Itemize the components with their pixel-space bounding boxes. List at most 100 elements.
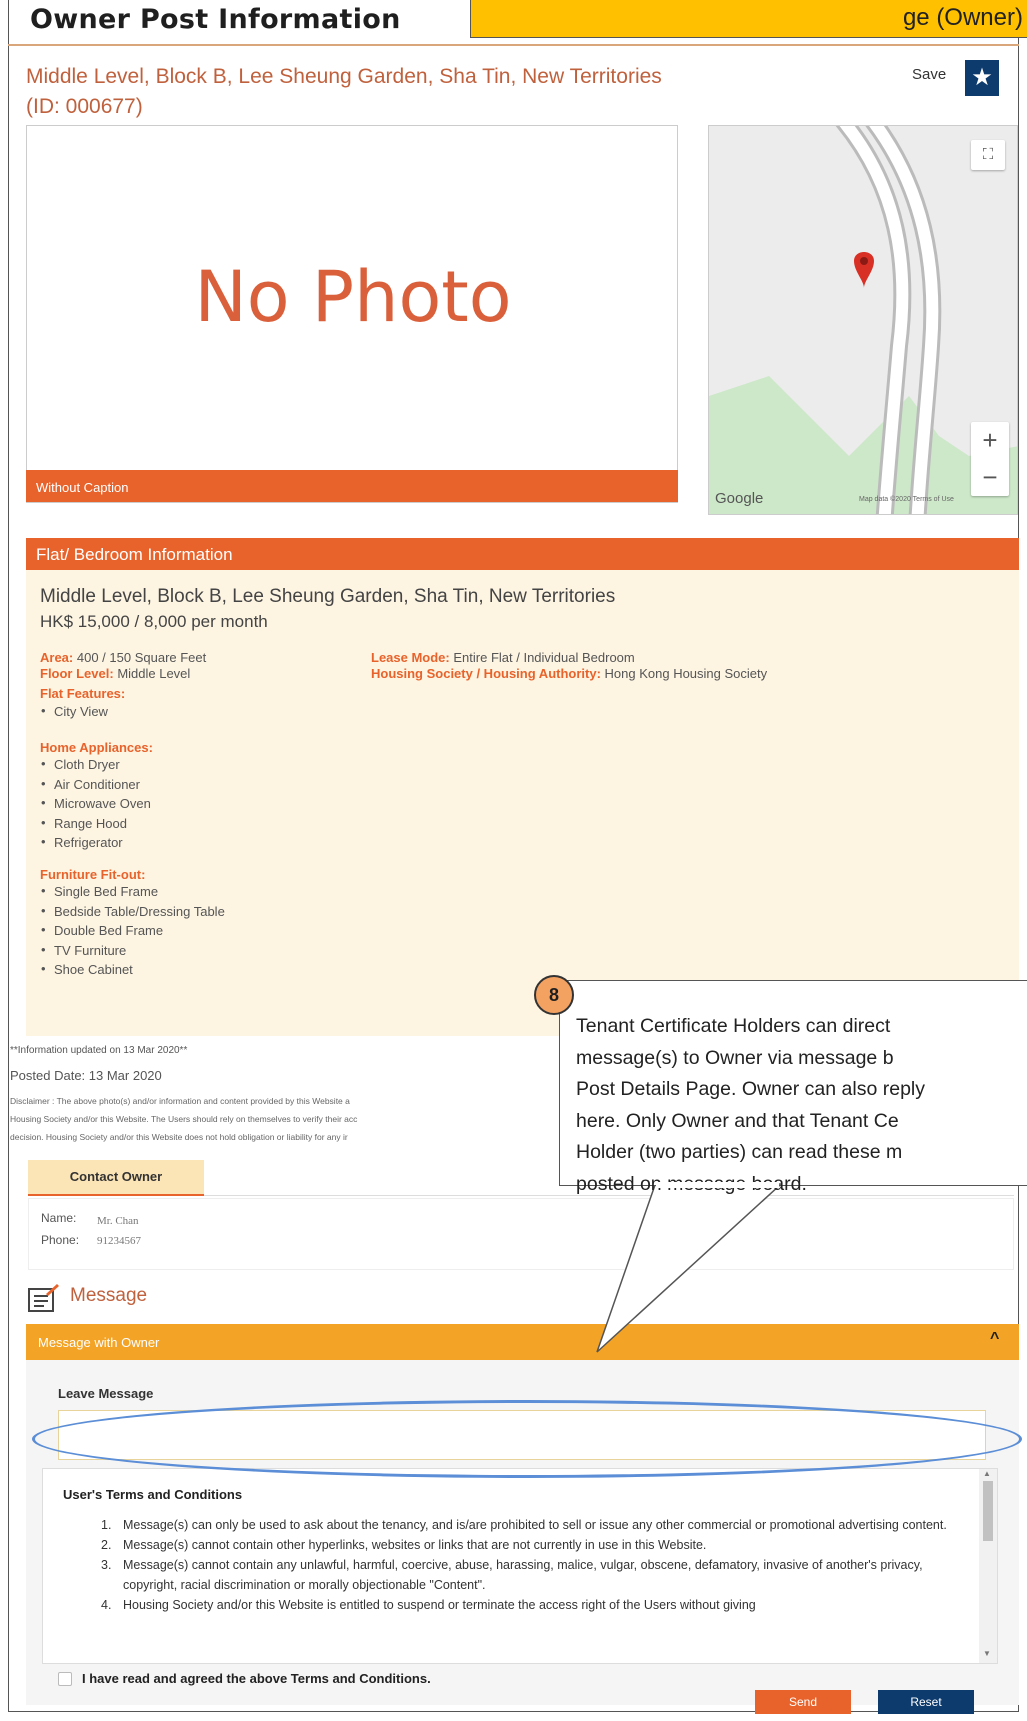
tab-contact-owner[interactable]: Contact Owner (28, 1160, 204, 1196)
callout-note: Tenant Certificate Holders can direct me… (559, 980, 1027, 1195)
disclaimer-line: decision. Housing Society and/or this We… (10, 1132, 348, 1142)
terms-list: 1. Message(s) can only be used to ask abo… (101, 1515, 971, 1615)
reset-button[interactable]: Reset (878, 1690, 974, 1714)
housing-value: Hong Kong Housing Society (604, 666, 768, 681)
list-item: Air Conditioner (40, 776, 151, 797)
terms-item-text: Message(s) can only be used to ask about… (123, 1518, 947, 1532)
terms-item: 3. Message(s) cannot contain any unlawful… (101, 1555, 971, 1595)
terms-item-number: 1. (101, 1518, 112, 1532)
list-item: Microwave Oven (40, 795, 151, 816)
list-item: Cloth Dryer (40, 756, 151, 777)
contact-phone-value: 91234567 (97, 1235, 141, 1247)
terms-panel[interactable]: User's Terms and Conditions 1. Message(s)… (42, 1468, 998, 1664)
list-item: Range Hood (40, 815, 151, 836)
area-value: 400 / 150 Square Feet (76, 650, 207, 665)
floor-row: Floor Level: Middle Level (40, 666, 190, 681)
contact-name-label: Name: (41, 1211, 77, 1225)
list-item: Bedside Table/Dressing Table (40, 903, 225, 924)
banner-text: ge (Owner) (902, 4, 1023, 31)
scroll-down-icon[interactable]: ▼ (983, 1649, 991, 1658)
disclaimer: Disclaimer : The above photo(s) and/or i… (10, 1092, 510, 1146)
terms-item-number: 3. (101, 1558, 112, 1572)
highlight-oval (32, 1400, 1022, 1478)
zoom-out-button[interactable]: − (971, 459, 1009, 496)
list-item: Refrigerator (40, 834, 151, 855)
save-star-icon[interactable]: ★ (965, 60, 999, 96)
terms-item-text: Message(s) cannot contain any unlawful, … (123, 1558, 923, 1592)
message-icon (28, 1284, 59, 1312)
terms-item-number: 4. (101, 1598, 112, 1612)
features-list: City View (40, 703, 108, 724)
furniture-list: Single Bed Frame Bedside Table/Dressing … (40, 883, 225, 982)
terms-item-number: 2. (101, 1538, 112, 1552)
agree-label[interactable]: I have read and agreed the above Terms a… (82, 1671, 431, 1686)
updated-note: **Information updated on 13 Mar 2020** (10, 1045, 188, 1056)
save-label[interactable]: Save (912, 66, 946, 83)
appliances-heading: Home Appliances: (40, 740, 153, 755)
no-photo-placeholder: No Photo (194, 256, 512, 338)
flat-info-panel: Middle Level, Block B, Lee Sheung Garden… (26, 570, 1019, 1036)
listing-title: Middle Level, Block B, Lee Sheung Garden… (26, 62, 746, 122)
map-panel[interactable]: ⛶ + − Google Map data ©2020 Terms of Use (708, 125, 1018, 515)
posted-date: Posted Date: 13 Mar 2020 (10, 1068, 162, 1083)
area-row: Area: 400 / 150 Square Feet (40, 650, 206, 665)
callout-line: message(s) to Owner via message b (576, 1046, 894, 1069)
page-title: Owner Post Information (30, 4, 401, 35)
callout-text: Tenant Certificate Holders can direct me… (576, 1011, 1027, 1200)
area-label: Area: (40, 650, 74, 665)
callout-line: posted on message board. (576, 1172, 807, 1195)
terms-item-text: Message(s) cannot contain other hyperlin… (123, 1538, 707, 1552)
floor-value: Middle Level (117, 666, 191, 681)
terms-item: 4. Housing Society and/or this Website is… (101, 1595, 971, 1615)
contact-panel: Name: Mr. Chan Phone: 91234567 (28, 1198, 1014, 1270)
callout-line: Holder (two parties) can read these m (576, 1141, 903, 1163)
lease-row: Lease Mode: Entire Flat / Individual Bed… (371, 650, 635, 665)
flat-info-heading: Flat/ Bedroom Information (26, 538, 1019, 570)
terms-item: 1. Message(s) can only be used to ask abo… (101, 1515, 971, 1535)
header-divider (8, 44, 1019, 46)
instruction-banner: ge (Owner) (470, 0, 1027, 38)
terms-item-text: Housing Society and/or this Website is e… (123, 1598, 756, 1612)
step-badge: 8 (534, 975, 574, 1015)
callout-line: Post Details Page. Owner can also reply (576, 1078, 926, 1100)
message-with-owner-bar[interactable]: Message with Owner (26, 1324, 1019, 1360)
housing-row: Housing Society / Housing Authority: Hon… (371, 666, 767, 681)
leave-message-label: Leave Message (58, 1386, 154, 1401)
flat-price: HK$ 15,000 / 8,000 per month (40, 612, 268, 631)
collapse-caret-icon[interactable]: ^ (990, 1330, 999, 1348)
list-item: Double Bed Frame (40, 922, 225, 943)
lease-label: Lease Mode: (371, 650, 450, 665)
appliances-list: Cloth Dryer Air Conditioner Microwave Ov… (40, 756, 151, 855)
terms-scroll-thumb[interactable] (983, 1481, 993, 1541)
scroll-up-icon[interactable]: ▲ (983, 1469, 991, 1478)
flat-address: Middle Level, Block B, Lee Sheung Garden… (40, 586, 616, 607)
list-item: City View (40, 703, 108, 724)
zoom-control: + − (971, 422, 1009, 496)
listing-address: Middle Level, Block B, Lee Sheung Garden… (26, 65, 662, 88)
lease-value: Entire Flat / Individual Bedroom (453, 650, 635, 665)
callout-line: Tenant Certificate Holders can direct (576, 1015, 891, 1037)
terms-item: 2. Message(s) cannot contain other hyperl… (101, 1535, 971, 1555)
send-button[interactable]: Send (755, 1690, 851, 1714)
contact-phone-label: Phone: (41, 1233, 80, 1247)
terms-title: User's Terms and Conditions (63, 1487, 243, 1502)
list-item: Single Bed Frame (40, 883, 225, 904)
list-item: TV Furniture (40, 942, 225, 963)
features-heading: Flat Features: (40, 686, 126, 701)
list-item: Shoe Cabinet (40, 961, 225, 982)
zoom-in-button[interactable]: + (971, 422, 1009, 459)
google-logo: Google (715, 490, 764, 507)
message-section-title: Message (70, 1285, 148, 1306)
disclaimer-line: Housing Society and/or this Website. The… (10, 1114, 358, 1124)
agree-checkbox[interactable] (58, 1672, 72, 1686)
furniture-heading: Furniture Fit-out: (40, 867, 146, 882)
fullscreen-icon[interactable]: ⛶ (971, 140, 1005, 170)
listing-id: (ID: 000677) (26, 95, 143, 118)
disclaimer-line: Disclaimer : The above photo(s) and/or i… (10, 1096, 350, 1106)
callout-line: here. Only Owner and that Tenant Ce (576, 1109, 899, 1132)
page-header: Owner Post Information (8, 0, 468, 45)
floor-label: Floor Level: (40, 666, 114, 681)
photo-panel: No Photo (26, 125, 678, 503)
map-attribution[interactable]: Map data ©2020 Terms of Use (859, 496, 954, 503)
housing-label: Housing Society / Housing Authority: (371, 666, 601, 681)
